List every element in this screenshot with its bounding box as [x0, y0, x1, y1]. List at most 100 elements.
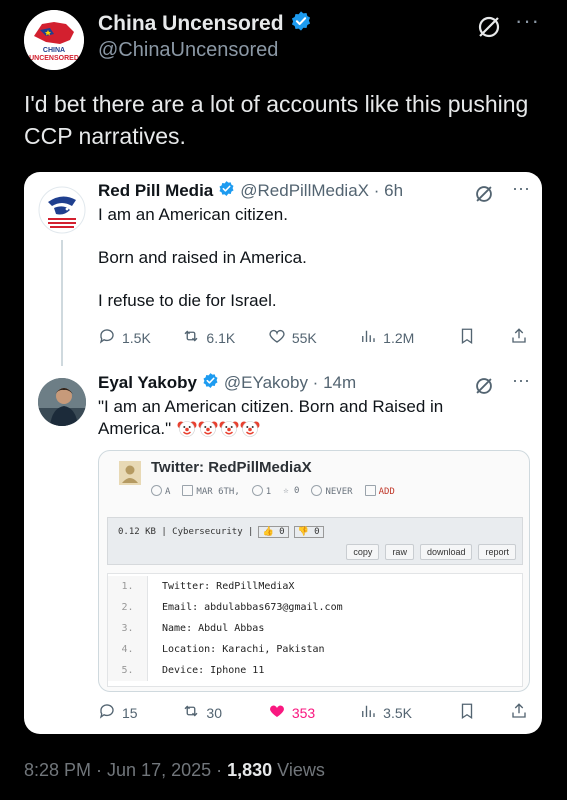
thumbs-down-icon: 👎 0 — [293, 526, 324, 538]
svg-text:CHINA: CHINA — [43, 47, 65, 54]
heart-filled-icon — [268, 702, 286, 723]
eyal-yakoby-avatar[interactable] — [38, 378, 86, 426]
verified-badge-icon — [202, 372, 219, 394]
paste-line: 2. Email: abdulabbas673@gmail.com — [108, 597, 524, 618]
paste-report-button: report — [478, 544, 516, 560]
paste-meta-expire: NEVER — [311, 485, 353, 497]
paste-code-block: 1. Twitter: RedPillMediaX 2. Email: abdula… — [107, 573, 523, 687]
views-label: Views — [277, 760, 325, 780]
paste-title: Twitter: RedPillMediaX — [151, 459, 312, 476]
paste-meta-add: ADD — [364, 485, 395, 497]
tweet-text: I'd bet there are a lot of accounts like… — [24, 91, 529, 149]
author-handle[interactable]: @ChinaUncensored — [98, 39, 278, 62]
share-button[interactable] — [498, 702, 528, 723]
reply-name-row: Eyal Yakoby @EYakoby · 14m — [98, 372, 356, 394]
svg-text:UNCENSORED: UNCENSORED — [29, 55, 79, 62]
views-button[interactable]: 3.5K — [359, 702, 458, 723]
more-options-icon[interactable]: ··· — [512, 178, 530, 199]
paste-size-category: 0.12 KB | Cybersecurity | 👍 0 👎 0 — [118, 526, 324, 538]
like-button[interactable]: 353 — [268, 702, 359, 723]
author-name-row: China Uncensored — [98, 10, 312, 37]
views-total: 1,830 — [227, 760, 273, 780]
reply-button[interactable]: 15 — [98, 702, 182, 723]
like-count: 353 — [291, 704, 316, 721]
repost-count: 6.1K — [206, 329, 236, 346]
paste-meta-views: 1 — [251, 485, 271, 497]
quoted-author-name[interactable]: Red Pill Media — [98, 181, 213, 201]
paste-copy-button: copy — [346, 544, 380, 560]
reply-count: 15 — [122, 704, 138, 721]
paste-line: 3. Name: Abdul Abbas — [108, 618, 524, 639]
repost-icon — [182, 702, 200, 723]
clown-emoji-icon — [177, 418, 197, 438]
paste-toolbar: 0.12 KB | Cybersecurity | 👍 0 👎 0 copy r… — [107, 517, 523, 565]
repost-count: 30 — [206, 704, 222, 721]
more-options-icon[interactable]: ··· — [512, 370, 530, 391]
red-pill-media-avatar[interactable] — [38, 186, 86, 234]
share-icon — [510, 702, 528, 723]
reply-action-bar: 15 30 353 3.5K — [98, 702, 528, 723]
views-count: 1.2M — [383, 329, 415, 346]
reply-text: "I am an American citizen. Born and Rais… — [98, 396, 498, 440]
share-icon — [510, 327, 528, 348]
paste-line: 1. Twitter: RedPillMediaX — [108, 576, 524, 597]
paste-meta-user: A — [151, 485, 170, 497]
reply-text-content: "I am an American citizen. Born and Rais… — [98, 397, 444, 438]
author-name[interactable]: China Uncensored — [98, 12, 284, 36]
clown-emoji-icon — [219, 418, 239, 438]
reply-author-name[interactable]: Eyal Yakoby — [98, 373, 197, 393]
bookmark-button[interactable] — [458, 702, 498, 723]
grok-icon[interactable] — [474, 376, 494, 396]
quoted-handle-time[interactable]: @RedPillMediaX · 6h — [240, 181, 403, 201]
verified-badge-icon — [290, 10, 312, 37]
tweet-footer: 8:28 PM · Jun 17, 2025 · 1,830 Views — [24, 760, 325, 781]
repost-icon — [182, 327, 200, 348]
views-icon — [359, 702, 377, 723]
repost-button[interactable]: 30 — [182, 702, 267, 723]
bookmark-icon — [458, 702, 476, 723]
views-count: 3.5K — [383, 704, 412, 721]
clown-emoji-icon — [240, 418, 260, 438]
quoted-thread-card[interactable]: Red Pill Media @RedPillMediaX · 6h ··· I… — [24, 172, 542, 734]
grok-icon[interactable] — [476, 14, 502, 40]
reply-icon — [98, 702, 116, 723]
clown-emoji-group — [176, 419, 260, 438]
more-options-icon[interactable]: ··· — [515, 8, 540, 34]
thumbs-up-icon: 👍 0 — [258, 526, 289, 538]
reply-button[interactable]: 1.5K — [98, 327, 182, 348]
bookmark-icon — [458, 327, 476, 348]
grok-icon[interactable] — [474, 184, 494, 204]
paste-line: 5. Device: Iphone 11 — [108, 660, 524, 681]
views-icon — [359, 327, 377, 348]
paste-meta-date: MAR 6TH, — [182, 485, 240, 497]
user-placeholder-icon — [119, 461, 141, 485]
clown-emoji-icon — [198, 418, 218, 438]
quoted-name-row: Red Pill Media @RedPillMediaX · 6h — [98, 180, 403, 202]
quoted-action-bar: 1.5K 6.1K 55K 1.2M — [98, 327, 528, 348]
china-uncensored-avatar[interactable]: CHINA UNCENSORED — [24, 10, 84, 70]
bookmark-button[interactable] — [458, 327, 498, 348]
thread-connector-line — [61, 240, 63, 366]
verified-badge-icon — [218, 180, 235, 202]
paste-line: 4. Location: Karachi, Pakistan — [108, 639, 524, 660]
tweet-header: CHINA UNCENSORED China Uncensored @China… — [24, 8, 554, 78]
paste-buttons: copy raw download report — [346, 544, 516, 560]
quoted-line: I am an American citizen. — [98, 205, 288, 224]
like-button[interactable]: 55K — [268, 327, 359, 348]
pastebin-screenshot-image[interactable]: Twitter: RedPillMediaX A MAR 6TH, 1 ☆ 0 … — [98, 450, 530, 692]
heart-icon — [268, 327, 286, 348]
quoted-line: I refuse to die for Israel. — [98, 291, 277, 310]
quoted-text: I am an American citizen. Born and raise… — [98, 204, 518, 333]
paste-raw-button: raw — [385, 544, 414, 560]
paste-download-button: download — [419, 544, 473, 560]
like-count: 55K — [291, 329, 317, 346]
reply-handle-time[interactable]: @EYakoby · 14m — [224, 373, 356, 393]
repost-button[interactable]: 6.1K — [182, 327, 267, 348]
reply-icon — [98, 327, 116, 348]
share-button[interactable] — [498, 327, 528, 348]
post-timestamp[interactable]: 8:28 PM · Jun 17, 2025 · — [24, 760, 222, 781]
reply-count: 1.5K — [122, 329, 151, 346]
paste-meta-rating: ☆ 0 — [283, 486, 300, 496]
quoted-line: Born and raised in America. — [98, 248, 307, 267]
views-button[interactable]: 1.2M — [359, 327, 458, 348]
